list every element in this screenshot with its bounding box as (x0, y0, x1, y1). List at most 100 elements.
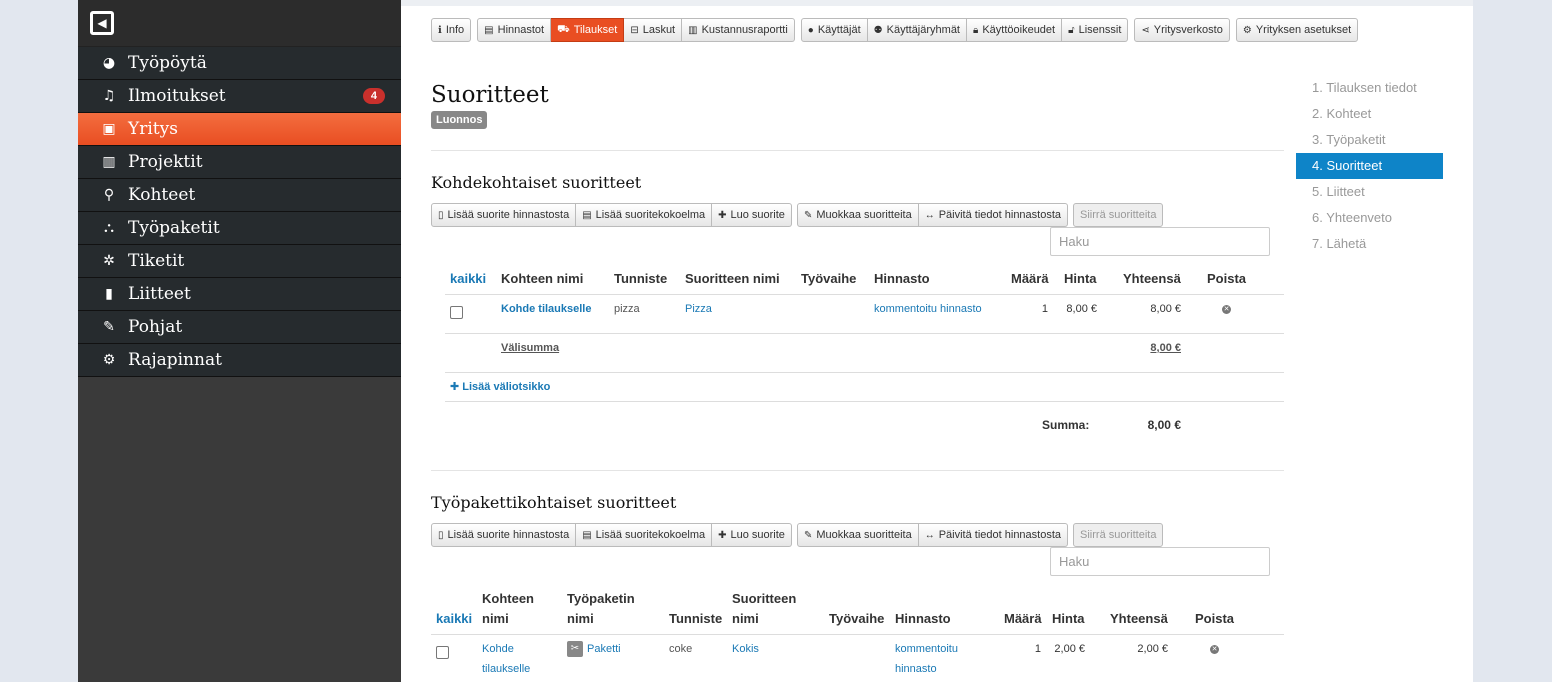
select-all-link[interactable]: kaikki (450, 269, 486, 289)
sitemap-icon: ⛬ (104, 220, 114, 236)
package-icon: ✂ (567, 641, 583, 658)
edit-items-button[interactable]: ✎ Muokkaa suoritteita (796, 203, 919, 227)
tab-laskut[interactable]: ⊟ Laskut (624, 18, 683, 42)
sidebar-item-label: Kohteet (128, 185, 196, 205)
item-name-link[interactable]: Pizza (685, 299, 712, 319)
target-link[interactable]: Kohde tilaukselle (501, 299, 591, 319)
sidebar-item-ilmoitukset[interactable]: ♫ Ilmoitukset 4 (78, 80, 401, 113)
update-from-pricelist-button[interactable]: ↔ Päivitä tiedot hinnastosta (918, 203, 1069, 227)
target-link[interactable]: Kohde tilaukselle (482, 639, 530, 679)
tab-hinnastot[interactable]: ▤ Hinnastot (477, 18, 552, 42)
tab-kayttooikeudet[interactable]: 🔒︎ Käyttöoikeudet (967, 18, 1063, 42)
pricelist-link[interactable]: kommentoitu hinnasto (874, 299, 982, 319)
row-checkbox[interactable] (450, 306, 463, 319)
add-subheading-link[interactable]: ✚ Lisää väliotsikko (450, 377, 550, 397)
arrows-h-icon: ↔ (924, 529, 935, 541)
plus-icon: ✚ (450, 381, 463, 393)
move-items-button[interactable]: Siirrä suoritteita (1073, 523, 1164, 547)
package-link[interactable]: ✂ Paketti (567, 639, 621, 659)
users-icon: ⚉ (873, 24, 883, 36)
edit-items-button[interactable]: ✎ Muokkaa suoritteita (796, 523, 919, 547)
sidebar-item-yritys[interactable]: ▣ Yritys (78, 113, 401, 146)
item-name-link[interactable]: Kokis (732, 639, 759, 659)
add-collection-button[interactable]: ▤ Lisää suoritekokoelma (576, 523, 713, 547)
sidebar-item-kohteet[interactable]: ⚲ Kohteet (78, 179, 401, 212)
sidebar-item-pohjat[interactable]: ✎ Pohjat (78, 311, 401, 344)
divider (445, 372, 1284, 373)
gear-icon: ⚙ (1242, 24, 1252, 36)
add-collection-button[interactable]: ▤ Lisää suoritekokoelma (576, 203, 713, 227)
column-header: Työpaketin nimi (567, 591, 635, 626)
tab-tilaukset[interactable]: ⛟ Tilaukset (551, 18, 625, 42)
select-all-link[interactable]: kaikki (436, 609, 472, 629)
section2-toolbar: ▯ Lisää suorite hinnastosta ▤ Lisää suorit… (431, 523, 1164, 547)
move-items-button[interactable]: Siirrä suoritteita (1073, 203, 1164, 227)
tab-kustannusraportti[interactable]: ▥ Kustannusraportti (682, 18, 795, 42)
info-icon: ℹ (438, 24, 442, 36)
bar-chart-icon: ▥ (688, 24, 698, 36)
create-item-button[interactable]: ✚ Luo suorite (712, 523, 792, 547)
section-title-tyopakettikohtaiset: Työpakettikohtaiset suoritteet (431, 493, 677, 512)
sidebar-item-tiketit[interactable]: ✲ Tiketit (78, 245, 401, 278)
step-4[interactable]: 4. Suoritteet (1296, 153, 1443, 179)
row-checkbox[interactable] (436, 646, 449, 659)
step-2[interactable]: 2. Kohteet (1296, 101, 1443, 127)
update-from-pricelist-button[interactable]: ↔ Päivitä tiedot hinnastosta (918, 523, 1069, 547)
column-header: Hinta (1064, 271, 1097, 286)
add-from-pricelist-button[interactable]: ▯ Lisää suorite hinnastosta (431, 523, 577, 547)
arrows-h-icon: ↔ (924, 209, 935, 221)
sidebar-item-label: Ilmoitukset (128, 86, 226, 106)
step-5[interactable]: 5. Liitteet (1296, 179, 1443, 205)
search-input[interactable]: Haku (1050, 547, 1270, 576)
lock-icon: 🔒︎ (973, 24, 979, 36)
notification-badge: 4 (362, 88, 385, 104)
column-header: Hinnasto (874, 271, 930, 286)
add-from-pricelist-button[interactable]: ▯ Lisää suorite hinnastosta (431, 203, 577, 227)
create-item-button[interactable]: ✚ Luo suorite (712, 203, 792, 227)
step-7[interactable]: 7. Lähetä (1296, 231, 1443, 257)
company-topnav: ℹ Info ▤ Hinnastot ⛟ Tilaukset ⊟ Laskut ▥ Kus… (431, 18, 1359, 42)
plus-icon: ✚ (718, 209, 727, 221)
step-1[interactable]: 1. Tilauksen tiedot (1296, 75, 1443, 101)
column-header: Hinnasto (895, 611, 951, 626)
order-steps: 1. Tilauksen tiedot 2. Kohteet 3. Työpak… (1296, 75, 1443, 257)
sidebar-item-tyopoyta[interactable]: ◕ Työpöytä (78, 47, 401, 80)
bell-icon: ♫ (102, 88, 116, 104)
divider (445, 333, 1284, 334)
sidebar-item-label: Tiketit (128, 251, 185, 271)
cogs-icon: ⚙ (102, 352, 116, 368)
search-input[interactable]: Haku (1050, 227, 1270, 256)
collapse-icon[interactable]: ◀ (90, 11, 114, 35)
sidebar-item-rajapinnat[interactable]: ⚙ Rajapinnat (78, 344, 401, 377)
delete-icon[interactable]: ✕ (1210, 645, 1219, 654)
item-code: coke (669, 643, 693, 655)
sidebar-item-label: Työpöytä (128, 53, 207, 73)
sidebar-item-label: Yritys (128, 119, 178, 139)
column-header: Suoritteen nimi (685, 271, 780, 286)
page-title: Suoritteet (431, 82, 549, 108)
step-6[interactable]: 6. Yhteenveto (1296, 205, 1443, 231)
tab-yrityksen-asetukset[interactable]: ⚙ Yrityksen asetukset (1235, 18, 1359, 42)
sidebar-item-liitteet[interactable]: ▮ Liitteet (78, 278, 401, 311)
sum-label: Summa: (1042, 418, 1090, 432)
status-badge: Luonnos (431, 111, 488, 129)
column-header: Yhteensä (1110, 611, 1168, 626)
item-code: pizza (614, 303, 640, 315)
sidebar-item-tyopaketit[interactable]: ⛬ Työpaketit (78, 212, 401, 245)
column-header: Työvaihe (801, 271, 857, 286)
tab-info[interactable]: ℹ Info (431, 18, 472, 42)
pricelist-link[interactable]: kommentoitu hinnasto (895, 639, 958, 679)
column-header: Suoritteen nimi (732, 591, 797, 626)
tab-kayttajaryhmat[interactable]: ⚉ Käyttäjäryhmät (867, 18, 967, 42)
column-header: Poista (1195, 611, 1235, 626)
tab-kayttajat[interactable]: ● Käyttäjät (800, 18, 868, 42)
sum-value: 8,00 € (1147, 418, 1181, 432)
sidebar-item-projektit[interactable]: ▥ Projektit (78, 146, 401, 179)
tab-yritysverkosto[interactable]: ⋖ Yritysverkosto (1134, 18, 1230, 42)
subtotal-value: 8,00 € (1150, 342, 1181, 354)
item-qty: 1 (1034, 643, 1041, 655)
tab-lisenssit[interactable]: 🔓︎ Lisenssit (1062, 18, 1129, 42)
item-total: 2,00 € (1137, 643, 1168, 655)
step-3[interactable]: 3. Työpaketit (1296, 127, 1443, 153)
delete-icon[interactable]: ✕ (1222, 305, 1231, 314)
